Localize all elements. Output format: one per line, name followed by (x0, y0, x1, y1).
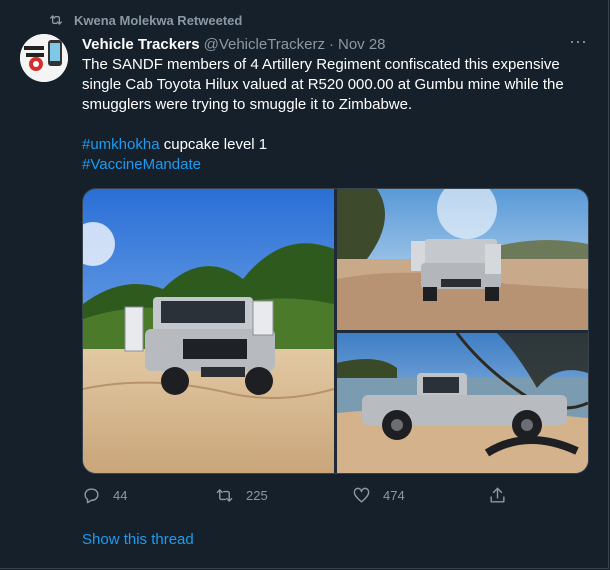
tweet-header: Vehicle Trackers @VehicleTrackerz · Nov … (82, 34, 590, 54)
hashtag-line: #VaccineMandate (82, 155, 587, 175)
share-button[interactable] (488, 486, 507, 505)
separator: · (328, 35, 334, 53)
photo-1[interactable] (83, 189, 334, 473)
retweet-button[interactable]: 225 (215, 486, 268, 505)
tweet-actions: 44 225 474 (82, 484, 587, 506)
reply-count: 44 (113, 487, 128, 503)
share-icon (490, 487, 505, 503)
hashtag-umkhokha[interactable]: #umkhokha (82, 136, 160, 153)
media-grid (82, 188, 589, 474)
tweet-text: The SANDF members of 4 Artillery Regimen… (82, 55, 587, 175)
photo-3[interactable] (337, 333, 588, 473)
tweet-text-line: single Cab Toyota Hilux valued at R520 0… (82, 76, 564, 93)
tweet-text-line: The SANDF members of 4 Artillery Regimen… (82, 56, 560, 73)
retweet-context-text[interactable]: Kwena Molekwa Retweeted (74, 13, 242, 28)
hashtag-line: #umkhokha cupcake level 1 (82, 135, 587, 155)
hashtag-vaccinemandate[interactable]: #VaccineMandate (82, 156, 201, 173)
tweet-date[interactable]: Nov 28 (338, 36, 386, 53)
heart-icon (353, 487, 370, 503)
reply-button[interactable]: 44 (82, 486, 127, 505)
photo-2[interactable] (337, 189, 588, 330)
tweet-text-line: smugglers were trying to smuggle it to Z… (82, 96, 413, 113)
retweet-icon (216, 488, 233, 502)
show-thread-link[interactable]: Show this thread (82, 531, 194, 548)
retweet-icon (50, 15, 62, 25)
reply-icon (84, 487, 99, 503)
more-icon[interactable]: ··· (568, 32, 588, 54)
like-count: 474 (383, 487, 405, 503)
avatar[interactable] (20, 34, 68, 82)
like-button[interactable]: 474 (352, 486, 405, 505)
retweet-context: Kwena Molekwa Retweeted (48, 11, 242, 29)
hashtag-suffix-text: cupcake level 1 (159, 136, 268, 153)
author-handle[interactable]: @VehicleTrackerz (204, 36, 325, 53)
author-name[interactable]: Vehicle Trackers (82, 36, 200, 53)
retweet-count: 225 (246, 487, 268, 503)
